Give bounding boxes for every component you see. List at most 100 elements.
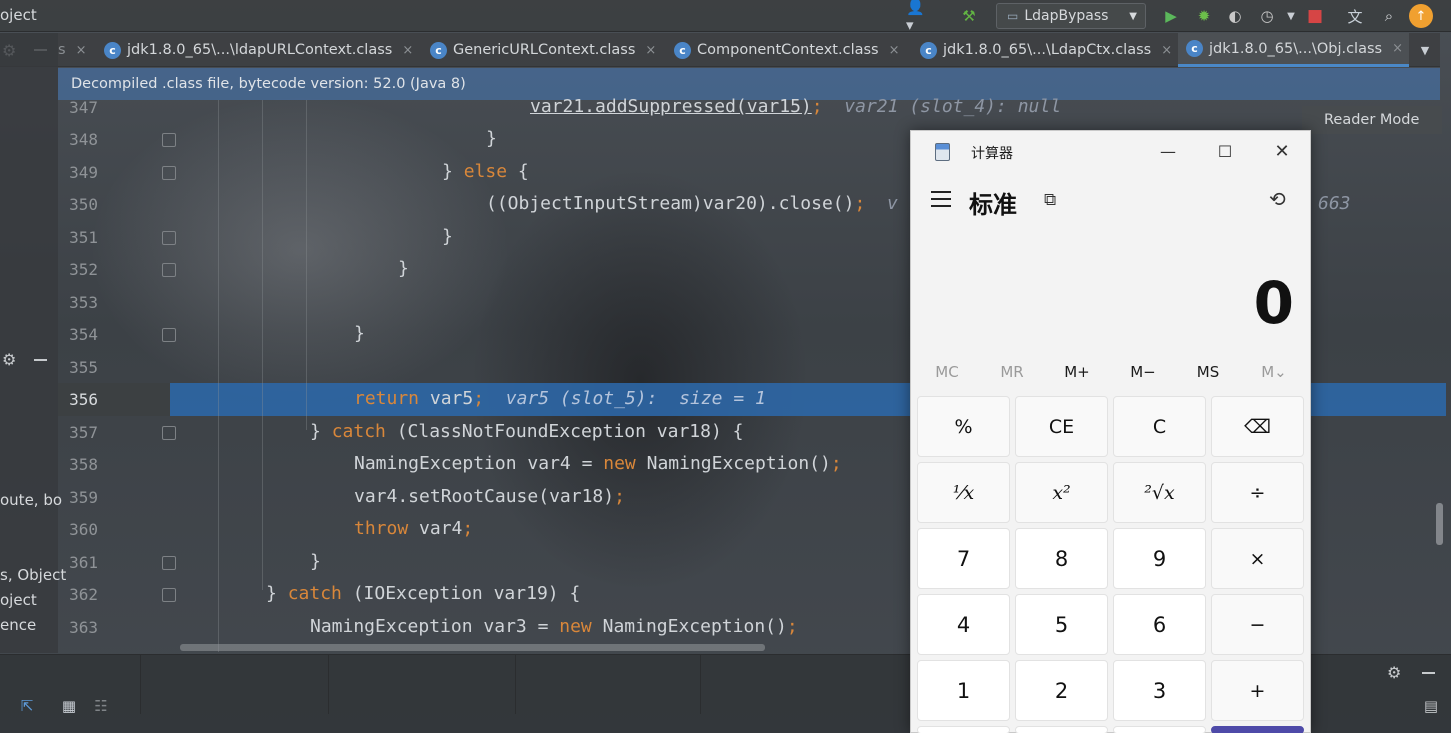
- fold-marker[interactable]: [162, 588, 176, 602]
- add-button[interactable]: +: [1211, 660, 1304, 721]
- memory-subtract-button[interactable]: M−: [1110, 363, 1176, 381]
- tab-ldapctx[interactable]: c jdk1.8.0_65\...\LdapCtx.class ×: [920, 33, 1172, 67]
- fold-marker[interactable]: [162, 328, 176, 342]
- chevron-down-icon[interactable]: ▼: [1280, 5, 1302, 27]
- digit-4-button[interactable]: 4: [917, 594, 1010, 655]
- inline-debug-value: var5 (slot_5): size = 1: [505, 388, 766, 409]
- minimize-window-icon[interactable]: —: [1153, 139, 1183, 163]
- keyword: new: [603, 453, 636, 474]
- chevron-down-icon[interactable]: ▼: [1414, 39, 1436, 61]
- main-toolbar: oject 👤▾ ⚒ ▭ LdapBypass ▼ ▶ ✹ ◐ ◷ ▼ ■ 文 …: [0, 0, 1451, 34]
- close-icon[interactable]: ×: [402, 43, 413, 58]
- negate-button[interactable]: [917, 726, 1010, 733]
- square-root-button[interactable]: ²√x: [1113, 462, 1206, 523]
- build-hammer-icon[interactable]: ⚒: [958, 5, 980, 27]
- close-icon[interactable]: ×: [76, 43, 87, 58]
- update-icon[interactable]: ↑: [1409, 4, 1433, 28]
- menu-icon[interactable]: [931, 191, 951, 212]
- digit-0-button[interactable]: [1015, 726, 1108, 733]
- equals-button[interactable]: [1211, 726, 1304, 733]
- multiply-button[interactable]: ×: [1211, 528, 1304, 589]
- maximize-window-icon[interactable]: ☐: [1210, 139, 1240, 163]
- backspace-button[interactable]: ⌫: [1211, 396, 1304, 457]
- step-out-icon[interactable]: ⇱: [16, 695, 38, 717]
- config-icon: ▭: [1007, 9, 1019, 23]
- line-number: 358: [69, 455, 98, 474]
- reciprocal-button[interactable]: ¹⁄x: [917, 462, 1010, 523]
- inline-debug-value: v: [887, 193, 898, 214]
- minimize-icon[interactable]: [34, 359, 47, 361]
- tab-ldapurlcontext[interactable]: c jdk1.8.0_65\...\ldapURLContext.class ×: [104, 33, 413, 67]
- memory-list-button[interactable]: M⌄: [1241, 363, 1307, 381]
- profile-icon[interactable]: ◷: [1256, 5, 1278, 27]
- memory-add-button[interactable]: M+: [1044, 363, 1110, 381]
- tab-obj[interactable]: c jdk1.8.0_65\...\Obj.class ×: [1178, 33, 1409, 67]
- search-icon[interactable]: ⌕: [1378, 5, 1400, 27]
- fold-marker[interactable]: [162, 556, 176, 570]
- fold-marker[interactable]: [162, 231, 176, 245]
- layout-icon[interactable]: ▤: [1420, 695, 1442, 717]
- digit-3-button[interactable]: 3: [1113, 660, 1206, 721]
- code-text: (IOException var19) {: [341, 583, 581, 604]
- layout-icon[interactable]: ☷: [90, 695, 112, 717]
- line-number: 355: [69, 358, 98, 377]
- tab-label: GenericURLContext.class: [453, 42, 636, 58]
- table-icon[interactable]: ▦: [58, 695, 80, 717]
- digit-9-button[interactable]: 9: [1113, 528, 1206, 589]
- memory-store-button[interactable]: MS: [1175, 363, 1241, 381]
- line-number-current: 356: [69, 390, 98, 409]
- minimize-icon[interactable]: [1422, 672, 1435, 674]
- code-text: {: [507, 161, 529, 182]
- code-text: }: [486, 128, 497, 149]
- digit-1-button[interactable]: 1: [917, 660, 1010, 721]
- gear-icon[interactable]: ⚙: [2, 350, 16, 369]
- code-text: ((ObjectInputStream)var20).close(): [486, 193, 855, 214]
- vertical-scrollbar[interactable]: [1436, 503, 1443, 545]
- fold-marker[interactable]: [162, 133, 176, 147]
- memory-recall-button[interactable]: MR: [979, 363, 1045, 381]
- close-window-icon[interactable]: ✕: [1267, 139, 1297, 163]
- tab-componentcontext[interactable]: c ComponentContext.class ×: [674, 33, 900, 67]
- decimal-button[interactable]: [1113, 726, 1206, 733]
- digit-2-button[interactable]: 2: [1015, 660, 1108, 721]
- code-line-362: } catch (IOException var19) {: [266, 583, 580, 604]
- line-number: 352: [69, 260, 98, 279]
- keep-on-top-icon[interactable]: ⧉: [1044, 190, 1056, 210]
- fold-marker[interactable]: [162, 166, 176, 180]
- history-icon[interactable]: ⟲: [1269, 187, 1286, 211]
- close-icon[interactable]: ×: [1161, 43, 1172, 58]
- close-icon[interactable]: ×: [645, 43, 656, 58]
- square-button[interactable]: x²: [1015, 462, 1108, 523]
- digit-5-button[interactable]: 5: [1015, 594, 1108, 655]
- percent-button[interactable]: %: [917, 396, 1010, 457]
- reader-mode-button[interactable]: Reader Mode: [1302, 106, 1442, 134]
- tab-label: jdk1.8.0_65\...\ldapURLContext.class: [127, 42, 393, 58]
- user-icon[interactable]: 👤▾: [906, 0, 928, 34]
- run-config-select[interactable]: ▭ LdapBypass ▼: [996, 3, 1146, 29]
- fold-marker[interactable]: [162, 426, 176, 440]
- digit-8-button[interactable]: 8: [1015, 528, 1108, 589]
- code-text: var5: [419, 388, 474, 409]
- fold-marker[interactable]: [162, 263, 176, 277]
- subtract-button[interactable]: −: [1211, 594, 1304, 655]
- memory-clear-button[interactable]: MC: [914, 363, 980, 381]
- digit-7-button[interactable]: 7: [917, 528, 1010, 589]
- horizontal-scrollbar[interactable]: [180, 644, 765, 651]
- digit-6-button[interactable]: 6: [1113, 594, 1206, 655]
- stop-icon[interactable]: ■: [1304, 5, 1326, 27]
- divide-button[interactable]: ÷: [1211, 462, 1304, 523]
- translate-icon[interactable]: 文: [1344, 5, 1366, 27]
- run-config-label: LdapBypass: [1024, 8, 1109, 24]
- close-icon[interactable]: ×: [889, 43, 900, 58]
- tab-genericurlcontext[interactable]: c GenericURLContext.class ×: [430, 33, 656, 67]
- clear-entry-button[interactable]: CE: [1015, 396, 1108, 457]
- gear-icon[interactable]: ⚙: [1387, 663, 1401, 682]
- semicolon: ;: [854, 193, 866, 214]
- debug-bug-icon[interactable]: ✹: [1193, 5, 1215, 27]
- code-line-363: NamingException var3 = new NamingExcepti…: [310, 616, 798, 637]
- close-icon[interactable]: ×: [1392, 41, 1403, 56]
- clear-button[interactable]: C: [1113, 396, 1206, 457]
- tab-overflow[interactable]: s ×: [58, 33, 86, 67]
- coverage-icon[interactable]: ◐: [1224, 5, 1246, 27]
- run-icon[interactable]: ▶: [1160, 5, 1182, 27]
